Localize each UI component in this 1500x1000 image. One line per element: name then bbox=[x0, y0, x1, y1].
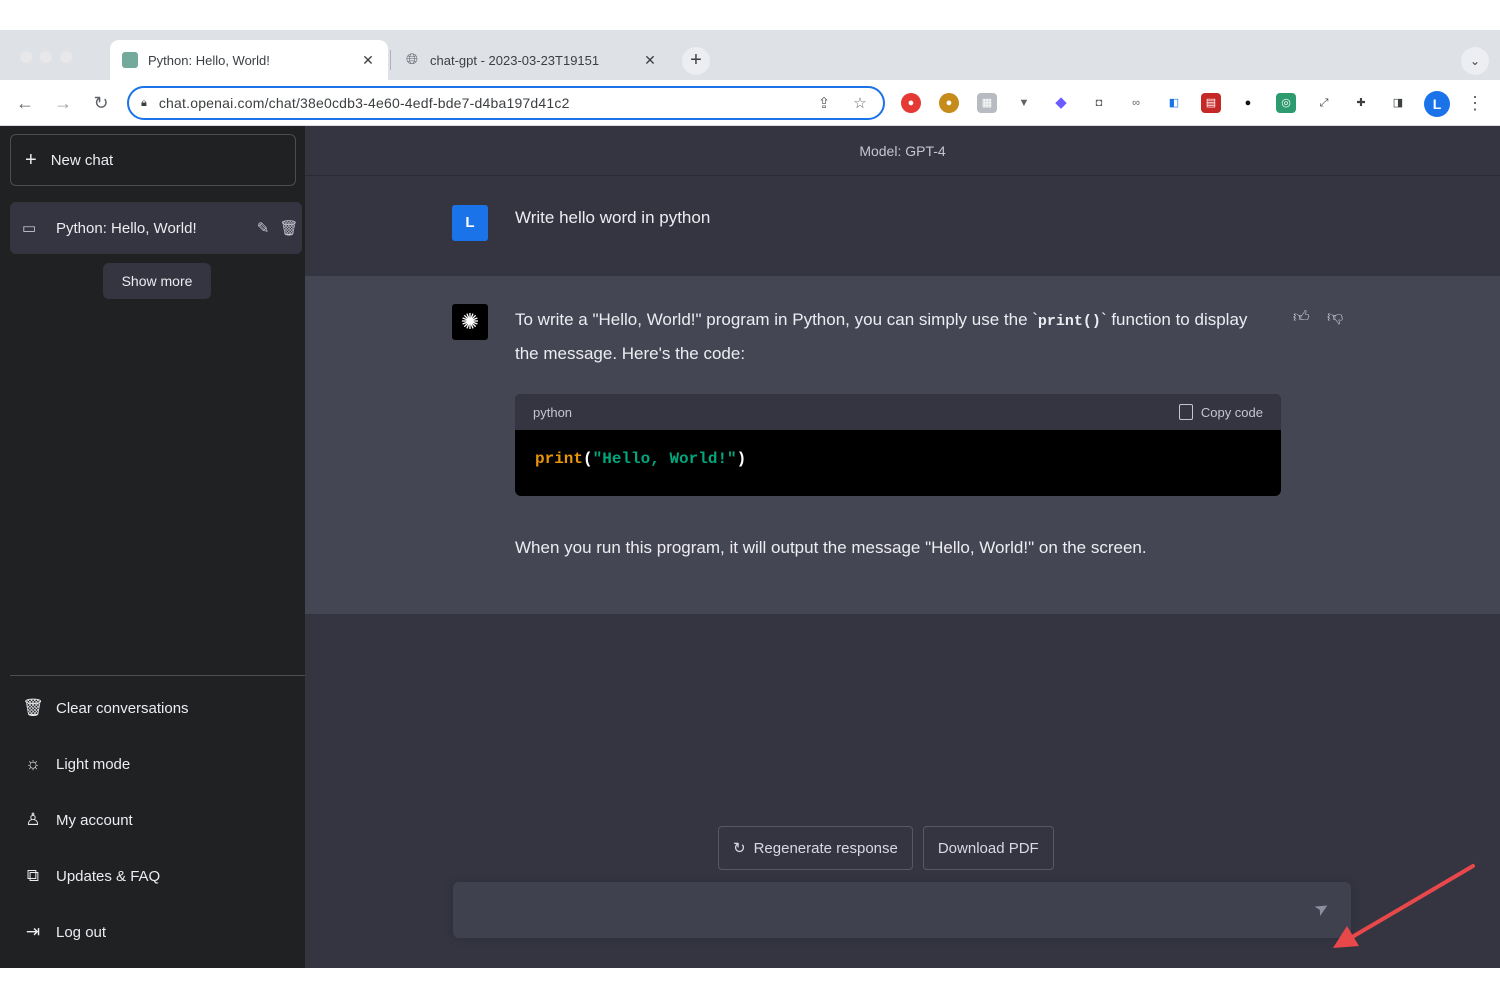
sun-icon: ☼ bbox=[25, 754, 41, 773]
new-chat-button[interactable]: + New chat bbox=[10, 134, 296, 186]
window-controls bbox=[20, 51, 72, 63]
openai-logo-icon: ✺ bbox=[452, 304, 488, 340]
new-chat-label: New chat bbox=[50, 151, 114, 169]
tab-chat-gpt[interactable]: 🌐︎ chat-gpt - 2023-03-23T19151 ✕ bbox=[392, 40, 670, 80]
sidebar: + New chat ▭ Python: Hello, World! ✎ 🗑︎ … bbox=[0, 126, 305, 968]
openai-favicon-icon bbox=[122, 52, 138, 68]
code-token-paren: ) bbox=[736, 450, 747, 468]
url-text: chat.openai.com/chat/38e0cdb3-4e60-4edf-… bbox=[158, 95, 570, 111]
extension-pdf-icon[interactable]: ▤ bbox=[1201, 93, 1221, 113]
clipboard-icon bbox=[1178, 404, 1193, 420]
inline-code: print() bbox=[1037, 313, 1101, 330]
show-more-button[interactable]: Show more bbox=[103, 263, 211, 299]
user-avatar: L bbox=[452, 205, 488, 241]
thumbs-up-icon[interactable]: 👍︎ bbox=[1293, 308, 1310, 327]
tab-close-icon[interactable]: ✕ bbox=[642, 52, 658, 69]
chat-main: Model: GPT-4 L Write hello word in pytho… bbox=[305, 126, 1500, 968]
back-arrow-icon[interactable]: ← bbox=[12, 90, 38, 116]
sidebar-item-updates-faq[interactable]: ⧉ Updates & FAQ bbox=[20, 856, 290, 896]
sidebar-item-label: My account bbox=[56, 811, 133, 829]
copy-code-label: Copy code bbox=[1200, 404, 1263, 420]
extension-camera-icon[interactable]: ◘ bbox=[1089, 93, 1109, 113]
external-link-icon: ⧉ bbox=[26, 866, 40, 885]
extension-circle-icon[interactable]: ● bbox=[1238, 93, 1258, 113]
tab-strip: Python: Hello, World! ✕ 🌐︎ chat-gpt - 20… bbox=[0, 30, 1500, 80]
browser-toolbar: ← → ↻ 🔒︎ chat.openai.com/chat/38e0cdb3-4… bbox=[0, 80, 1500, 126]
tab-close-icon[interactable]: ✕ bbox=[360, 52, 376, 69]
user-message-text: Write hello word in python bbox=[515, 208, 711, 227]
sidebar-item-clear-conversations[interactable]: 🗑︎ Clear conversations bbox=[20, 688, 290, 728]
reload-icon[interactable]: ↻ bbox=[88, 90, 114, 116]
plus-icon: + bbox=[25, 149, 37, 171]
extension-bracket-icon[interactable]: ◧ bbox=[1164, 93, 1184, 113]
bookmark-star-icon[interactable]: ☆ bbox=[849, 94, 871, 112]
code-token-string: "Hello, World!" bbox=[592, 450, 737, 468]
browser-window: Python: Hello, World! ✕ 🌐︎ chat-gpt - 20… bbox=[0, 30, 1500, 968]
profile-avatar[interactable]: L bbox=[1424, 91, 1450, 117]
assistant-message: ✺ To write a "Hello, World!" program in … bbox=[305, 276, 1500, 614]
extension-resize-icon[interactable]: ⤢ bbox=[1314, 93, 1334, 113]
tab-divider bbox=[390, 50, 391, 70]
maximize-window-icon[interactable] bbox=[60, 51, 72, 63]
chat-bubble-icon: ▭ bbox=[22, 220, 37, 237]
sidebar-item-label: Log out bbox=[56, 923, 107, 941]
extension-cookie-icon[interactable]: ● bbox=[939, 93, 959, 113]
assistant-paragraph-1: To write a "Hello, World!" program in Py… bbox=[515, 304, 1275, 370]
regenerate-response-button[interactable]: ↻ Regenerate response bbox=[718, 826, 913, 870]
sidebar-divider bbox=[10, 675, 305, 676]
lock-icon: 🔒︎ bbox=[141, 96, 147, 109]
conversation-label: Python: Hello, World! bbox=[56, 219, 197, 237]
conversation-item[interactable]: ▭ Python: Hello, World! ✎ 🗑︎ bbox=[10, 202, 302, 254]
sidebar-item-log-out[interactable]: ⇥ Log out bbox=[20, 912, 290, 952]
logout-icon: ⇥ bbox=[25, 922, 41, 941]
tab-search-chevron-icon[interactable]: ⌄ bbox=[1461, 47, 1489, 75]
sidebar-item-light-mode[interactable]: ☼ Light mode bbox=[20, 744, 290, 784]
code-token-function: print bbox=[535, 450, 584, 468]
user-message: L Write hello word in python bbox=[305, 176, 1500, 276]
extension-infinity-icon[interactable]: ∞ bbox=[1126, 93, 1146, 113]
extensions-puzzle-icon[interactable]: ✚ bbox=[1351, 93, 1371, 113]
sidebar-item-label: Updates & FAQ bbox=[56, 867, 161, 885]
globe-icon: 🌐︎ bbox=[405, 51, 418, 68]
code-block-header: python Copy code bbox=[515, 394, 1281, 430]
minimize-window-icon[interactable] bbox=[40, 51, 52, 63]
model-label: Model: GPT-4 bbox=[305, 126, 1500, 176]
browser-menu-icon[interactable]: ⋮ bbox=[1466, 90, 1484, 116]
sidebar-item-label: Clear conversations bbox=[56, 699, 189, 717]
tab-label: chat-gpt - 2023-03-23T19151 bbox=[430, 52, 600, 68]
sidebar-item-label: Light mode bbox=[56, 755, 131, 773]
annotation-arrow bbox=[1333, 864, 1475, 948]
code-content: print("Hello, World!") bbox=[515, 430, 1281, 488]
sidebar-item-my-account[interactable]: ♙ My account bbox=[20, 800, 290, 840]
forward-arrow-icon[interactable]: → bbox=[50, 90, 76, 116]
share-icon[interactable]: ⇪ bbox=[813, 94, 835, 112]
code-block: python Copy code print("Hello, World!") bbox=[515, 394, 1281, 496]
regenerate-label: Regenerate response bbox=[753, 839, 898, 857]
assistant-paragraph-2: When you run this program, it will outpu… bbox=[515, 538, 1147, 557]
tab-label: Python: Hello, World! bbox=[148, 52, 270, 68]
extension-gpt-icon[interactable]: ◎ bbox=[1276, 93, 1296, 113]
delete-trash-icon[interactable]: 🗑︎ bbox=[276, 219, 302, 237]
trash-icon: 🗑︎ bbox=[22, 698, 44, 717]
code-language-label: python bbox=[533, 404, 573, 420]
refresh-icon: ↻ bbox=[733, 840, 746, 857]
user-icon: ♙ bbox=[25, 810, 41, 829]
address-bar[interactable]: 🔒︎ chat.openai.com/chat/38e0cdb3-4e60-4e… bbox=[127, 86, 885, 120]
code-token-paren: ( bbox=[583, 450, 593, 468]
paragraph-text: To write a "Hello, World!" program in Py… bbox=[515, 310, 1038, 329]
close-window-icon[interactable] bbox=[20, 51, 32, 63]
copy-code-button[interactable]: Copy code bbox=[1178, 404, 1263, 420]
extension-diamond-icon[interactable]: ◆ bbox=[1051, 93, 1071, 113]
extension-stop-icon[interactable]: ● bbox=[901, 93, 921, 113]
download-pdf-button[interactable]: Download PDF bbox=[922, 826, 1054, 870]
extension-grid-icon[interactable]: ▦ bbox=[977, 93, 997, 113]
side-panel-icon[interactable]: ◨ bbox=[1388, 93, 1408, 113]
edit-pencil-icon[interactable]: ✎ bbox=[250, 219, 276, 237]
new-tab-button[interactable]: + bbox=[682, 47, 710, 75]
tab-python-hello-world[interactable]: Python: Hello, World! ✕ bbox=[110, 40, 388, 80]
extension-filter-icon[interactable]: ▼ bbox=[1014, 93, 1034, 113]
message-input[interactable]: ➤ bbox=[453, 882, 1351, 938]
thumbs-down-icon[interactable]: 👎︎ bbox=[1327, 308, 1343, 327]
response-actions: ↻ Regenerate response Download PDF bbox=[718, 826, 1054, 870]
